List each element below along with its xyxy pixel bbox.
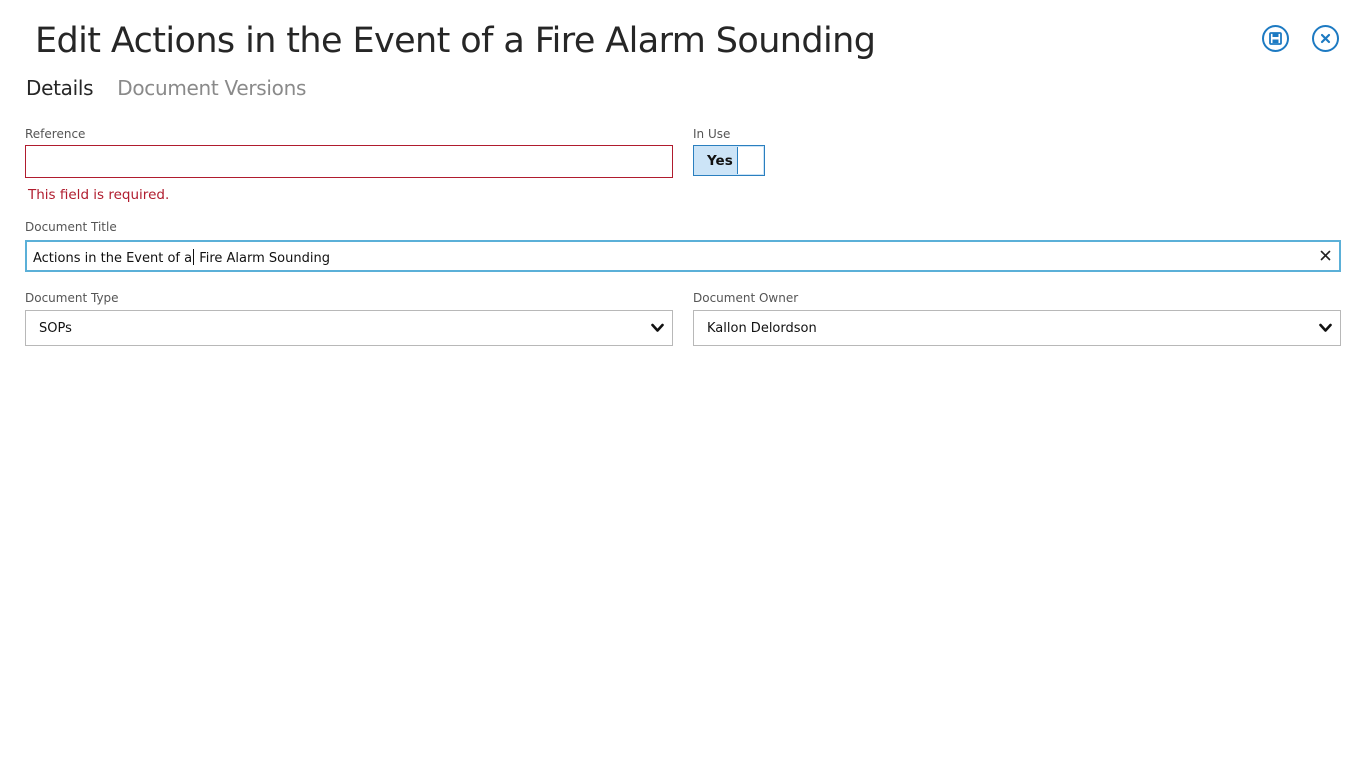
save-button[interactable]	[1262, 25, 1289, 52]
document-type-value: SOPs	[39, 321, 72, 336]
in-use-toggle[interactable]: Yes	[693, 145, 765, 176]
chevron-down-icon	[1319, 323, 1332, 332]
document-owner-label: Document Owner	[693, 291, 799, 305]
clear-title-button[interactable]	[1320, 248, 1331, 264]
close-button[interactable]	[1312, 25, 1339, 52]
in-use-toggle-label: Yes	[707, 153, 733, 169]
save-icon	[1269, 32, 1282, 45]
tab-document-versions[interactable]: Document Versions	[117, 74, 306, 102]
reference-label: Reference	[25, 127, 86, 141]
document-type-label: Document Type	[25, 291, 119, 305]
close-icon	[1320, 250, 1331, 261]
reference-error-message: This field is required.	[28, 187, 170, 203]
in-use-label: In Use	[693, 127, 731, 141]
document-owner-select[interactable]: Kallon Delordson	[693, 310, 1341, 346]
chevron-down-icon	[651, 323, 664, 332]
document-title-value: Actions in the Event of a Fire Alarm Sou…	[33, 249, 330, 266]
reference-input[interactable]	[25, 145, 673, 178]
tab-bar: Details Document Versions	[26, 74, 306, 102]
document-type-select[interactable]: SOPs	[25, 310, 673, 346]
toggle-knob	[737, 147, 763, 174]
document-title-input[interactable]: Actions in the Event of a Fire Alarm Sou…	[25, 240, 1341, 272]
page-title: Edit Actions in the Event of a Fire Alar…	[35, 21, 876, 61]
document-owner-value: Kallon Delordson	[707, 321, 817, 336]
close-icon	[1320, 33, 1331, 44]
edit-document-page: Edit Actions in the Event of a Fire Alar…	[0, 0, 1366, 768]
document-title-label: Document Title	[25, 220, 117, 234]
text-caret	[193, 249, 195, 265]
tab-details[interactable]: Details	[26, 74, 94, 102]
